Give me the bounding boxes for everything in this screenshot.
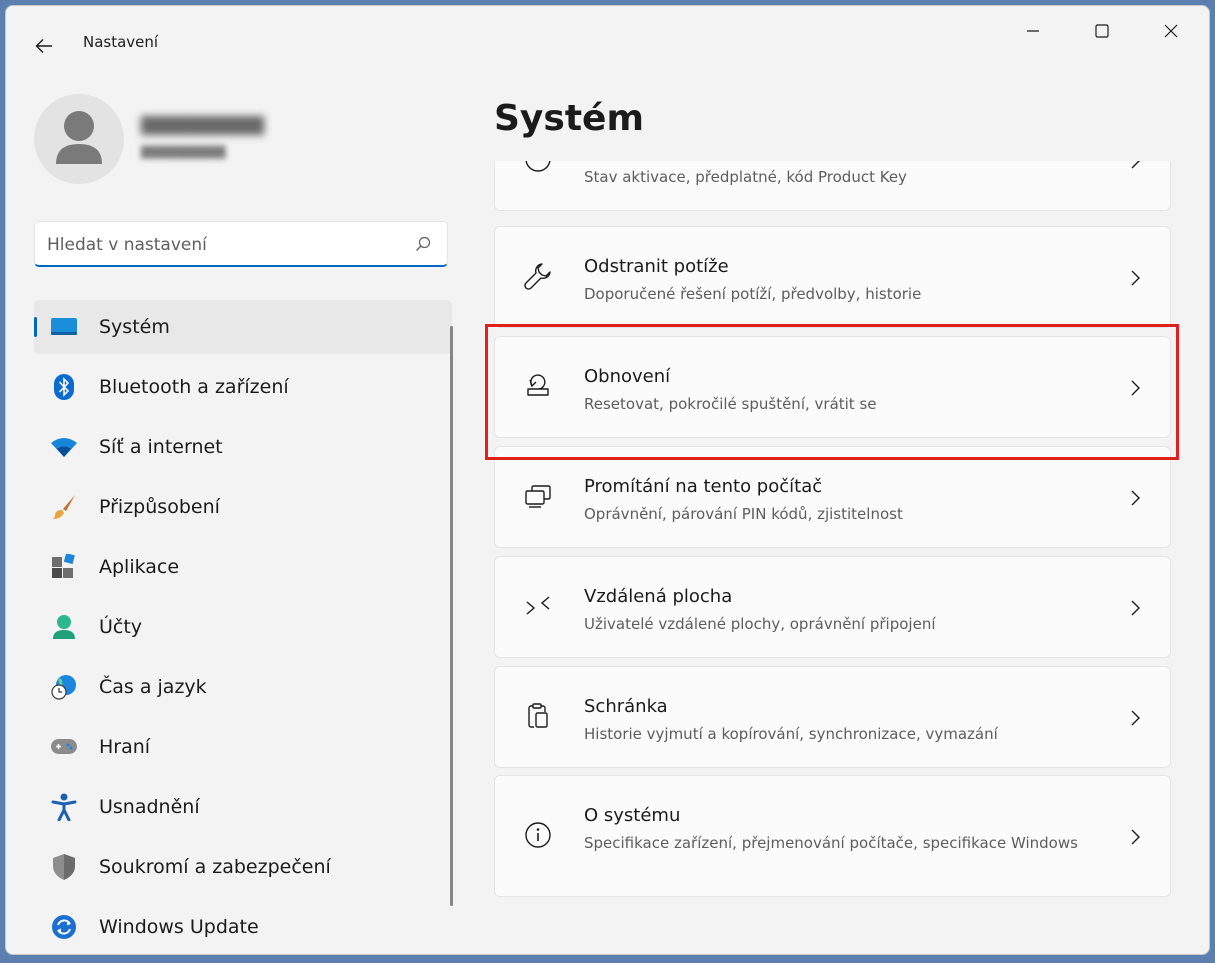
chevron-right-icon [1131, 270, 1140, 286]
minimize-icon [1027, 30, 1039, 32]
wifi-icon [50, 433, 78, 461]
back-arrow-icon [35, 39, 52, 53]
card-title: Odstranit potíže [584, 256, 729, 277]
sidebar-item-label: Soukromí a zabezpečení [99, 856, 331, 878]
time-language-icon [50, 673, 78, 701]
chevron-right-icon [1131, 490, 1140, 506]
sidebar-item-label: Čas a jazyk [99, 676, 207, 698]
chevron-right-icon [1131, 600, 1140, 616]
accessibility-icon [50, 793, 78, 821]
projection-card[interactable]: Promítání na tento počítač Oprávnění, pá… [494, 446, 1171, 548]
sidebar-item-network[interactable]: Síť a internet [34, 420, 452, 474]
maximize-icon [1095, 24, 1109, 38]
sidebar-item-label: Hraní [99, 736, 151, 758]
card-description: Uživatelé vzdálené plochy, oprávnění při… [584, 615, 936, 633]
wrench-icon [523, 261, 553, 291]
sidebar-scrollbar[interactable] [450, 326, 453, 906]
sidebar-item-label: Přizpůsobení [99, 496, 220, 518]
remote-desktop-icon [523, 591, 553, 621]
card-description: Historie vyjmutí a kopírování, synchroni… [584, 725, 998, 743]
accounts-icon [50, 613, 78, 641]
sidebar-item-label: Aplikace [99, 556, 180, 578]
info-icon [523, 820, 553, 850]
sidebar-item-label: Bluetooth a zařízení [99, 376, 289, 398]
bluetooth-icon [50, 373, 78, 401]
troubleshoot-card[interactable]: Odstranit potíže Doporučené řešení potíž… [494, 226, 1171, 328]
maximize-button[interactable] [1070, 6, 1134, 56]
minimize-button[interactable] [1001, 6, 1065, 56]
projection-icon [523, 481, 553, 511]
card-description: Oprávnění, párování PIN kódů, zjistiteln… [584, 505, 903, 523]
card-description: Doporučené řešení potíží, předvolby, his… [584, 285, 922, 303]
search-icon[interactable] [415, 236, 431, 252]
back-button[interactable] [26, 28, 62, 64]
sidebar-item-bluetooth[interactable]: Bluetooth a zařízení [34, 360, 452, 414]
settings-window: Nastavení ██████████ ██████████ Hledat v… [5, 5, 1210, 955]
sidebar-item-label: Účty [99, 616, 143, 638]
card-description: Specifikace zařízení, přejmenování počít… [584, 834, 1078, 852]
settings-list: Stav aktivace, předplatné, kód Product K… [494, 161, 1171, 954]
sidebar-item-label: Usnadnění [99, 796, 200, 818]
sidebar-item-gaming[interactable]: Hraní [34, 720, 452, 774]
chevron-right-icon [1131, 710, 1140, 726]
sidebar-item-windows-update[interactable]: Windows Update [34, 900, 452, 954]
profile-email: ██████████ [141, 146, 226, 159]
sidebar-nav: Systém Bluetooth a zařízení Síť a intern… [34, 300, 452, 954]
sidebar-item-label: Systém [99, 316, 170, 338]
search-input[interactable] [45, 231, 399, 259]
sidebar-item-privacy[interactable]: Soukromí a zabezpečení [34, 840, 452, 894]
profile-name: ██████████ [141, 116, 265, 135]
clipboard-icon [523, 701, 553, 731]
sidebar-item-personalization[interactable]: Přizpůsobení [34, 480, 452, 534]
app-title: Nastavení [83, 33, 159, 51]
card-title: Vzdálená plocha [584, 586, 733, 607]
system-icon [50, 313, 78, 341]
sidebar-item-label: Windows Update [99, 916, 259, 938]
sidebar-item-accounts[interactable]: Účty [34, 600, 452, 654]
sidebar-item-system[interactable]: Systém [34, 300, 452, 354]
gaming-icon [50, 733, 78, 761]
sidebar-item-accessibility[interactable]: Usnadnění [34, 780, 452, 834]
avatar[interactable] [34, 94, 124, 184]
remote-desktop-card[interactable]: Vzdálená plocha Uživatelé vzdálené ploch… [494, 556, 1171, 658]
close-button[interactable] [1139, 6, 1203, 56]
card-title: Promítání na tento počítač [584, 476, 823, 497]
activation-card[interactable]: Stav aktivace, předplatné, kód Product K… [494, 161, 1171, 211]
sidebar-item-apps[interactable]: Aplikace [34, 540, 452, 594]
highlight-annotation [485, 324, 1179, 460]
title-bar: Nastavení [6, 6, 1209, 76]
page-title: Systém [494, 98, 644, 139]
search-box[interactable] [34, 221, 448, 267]
card-description: Stav aktivace, předplatné, kód Product K… [584, 168, 907, 186]
chevron-right-icon [1131, 161, 1140, 169]
close-icon [1164, 24, 1178, 38]
card-title: O systému [584, 805, 681, 826]
about-card[interactable]: O systému Specifikace zařízení, přejmeno… [494, 775, 1171, 897]
apps-icon [50, 553, 78, 581]
shield-icon [50, 853, 78, 881]
user-icon [56, 111, 102, 164]
windows-update-icon [50, 913, 78, 941]
sidebar-item-time-language[interactable]: Čas a jazyk [34, 660, 452, 714]
card-title: Schránka [584, 696, 668, 717]
clipboard-card[interactable]: Schránka Historie vyjmutí a kopírování, … [494, 666, 1171, 768]
activation-icon [523, 161, 553, 174]
brush-icon [50, 493, 78, 521]
chevron-right-icon [1131, 829, 1140, 845]
sidebar-item-label: Síť a internet [99, 436, 223, 458]
